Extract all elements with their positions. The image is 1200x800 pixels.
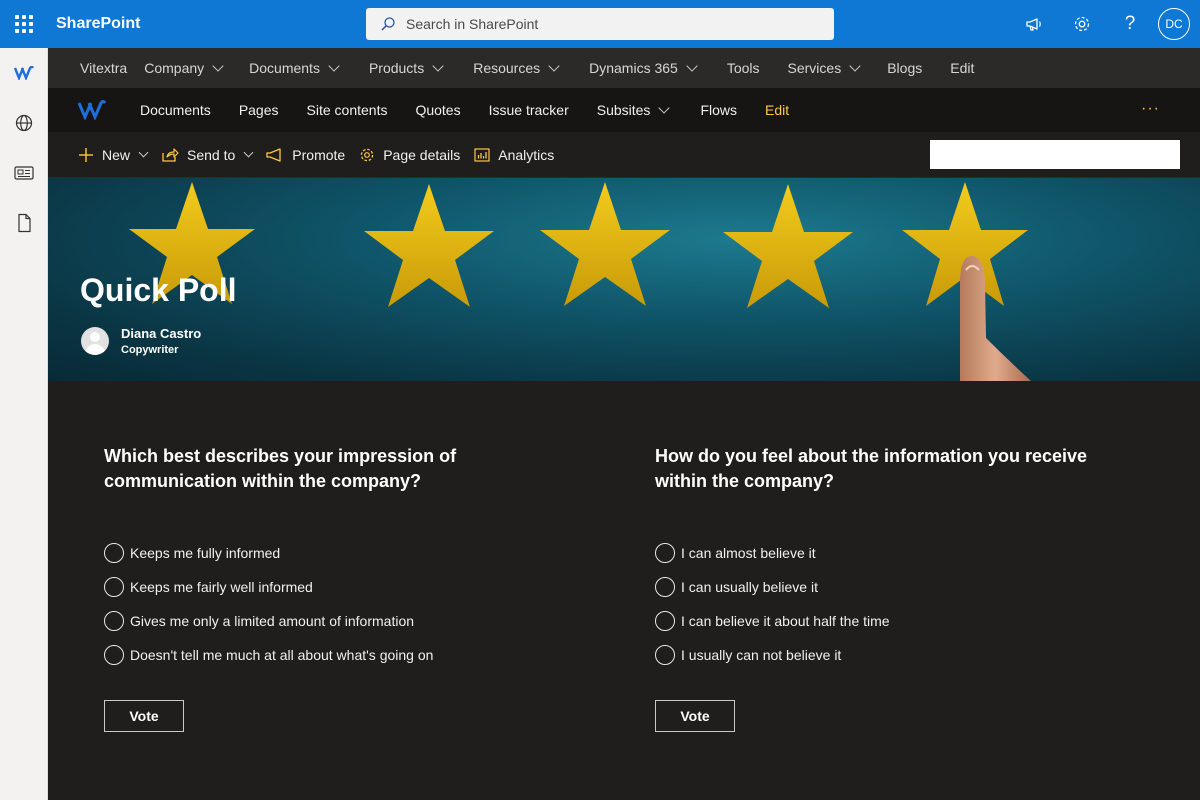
site-nav-quotes[interactable]: Quotes	[415, 102, 460, 118]
hub-nav-edit[interactable]: Edit	[950, 60, 974, 76]
poll-2: How do you feel about the information yo…	[655, 444, 1135, 732]
radio-button[interactable]	[104, 577, 124, 597]
page-content: Which best describes your impression of …	[48, 381, 1200, 800]
poll-option[interactable]: Gives me only a limited amount of inform…	[104, 604, 584, 638]
vote-button[interactable]: Vote	[655, 700, 735, 732]
hub-nav-documents[interactable]: Documents	[249, 59, 340, 76]
site-nav-site-contents[interactable]: Site contents	[307, 102, 388, 118]
hub-navigation: Vitextra Company Documents Products Reso…	[48, 48, 1200, 88]
site-logo-icon[interactable]	[0, 48, 48, 98]
radio-button[interactable]	[655, 611, 675, 631]
poll-option[interactable]: I can usually believe it	[655, 570, 1135, 604]
news-icon[interactable]	[0, 148, 48, 198]
site-logo-icon[interactable]	[78, 100, 106, 120]
poll-option[interactable]: I usually can not believe it	[655, 638, 1135, 672]
site-nav-subsites[interactable]: Subsites	[597, 101, 671, 118]
settings-gear-icon[interactable]	[1058, 0, 1106, 48]
hub-nav-dynamics-365[interactable]: Dynamics 365	[589, 59, 698, 76]
hub-nav-resources[interactable]: Resources	[473, 59, 560, 76]
chevron-down-icon	[243, 147, 254, 157]
hub-nav-vitextra[interactable]: Vitextra	[80, 60, 127, 76]
author-block: Diana Castro Copywriter	[81, 326, 201, 356]
plus-icon	[79, 147, 93, 162]
megaphone-icon[interactable]	[1010, 0, 1058, 48]
chevron-down-icon	[548, 59, 560, 72]
megaphone-icon	[266, 147, 281, 162]
site-nav-documents[interactable]: Documents	[140, 102, 211, 118]
user-avatar[interactable]: DC	[1158, 8, 1190, 40]
poll-option[interactable]: Doesn't tell me much at all about what's…	[104, 638, 584, 672]
chevron-down-icon	[686, 59, 698, 72]
author-role: Copywriter	[121, 344, 179, 356]
share-icon	[162, 147, 179, 162]
radio-button[interactable]	[655, 577, 675, 597]
new-button[interactable]: New	[78, 147, 149, 163]
site-nav-pages[interactable]: Pages	[239, 102, 279, 118]
promote-button[interactable]: Promote	[266, 147, 345, 163]
globe-icon[interactable]	[0, 98, 48, 148]
poll-option[interactable]: I can almost believe it	[655, 536, 1135, 570]
chevron-down-icon	[212, 59, 224, 72]
radio-button[interactable]	[104, 645, 124, 665]
radio-button[interactable]	[104, 543, 124, 563]
site-navigation: Documents Pages Site contents Quotes Iss…	[48, 88, 1200, 132]
left-app-rail	[0, 48, 48, 800]
search-placeholder: Search in SharePoint	[406, 16, 539, 32]
author-avatar	[81, 327, 109, 355]
poll-question: How do you feel about the information yo…	[655, 446, 1088, 491]
search-box[interactable]: Search in SharePoint	[366, 8, 834, 40]
hub-nav-company[interactable]: Company	[144, 59, 224, 76]
chevron-down-icon	[138, 147, 149, 157]
chevron-down-icon	[658, 101, 671, 114]
chevron-down-icon	[849, 59, 861, 72]
more-options-icon[interactable]: ···	[1141, 100, 1160, 118]
radio-button[interactable]	[104, 611, 124, 631]
search-icon	[381, 17, 395, 31]
poll-option[interactable]: I can believe it about half the time	[655, 604, 1135, 638]
hub-nav-products[interactable]: Products	[369, 59, 444, 76]
app-title[interactable]: SharePoint	[56, 15, 140, 33]
chevron-down-icon	[432, 59, 444, 72]
site-nav-issue-tracker[interactable]: Issue tracker	[489, 102, 569, 118]
vote-button[interactable]: Vote	[104, 700, 184, 732]
command-bar-status-area	[930, 140, 1180, 169]
help-icon[interactable]: ?	[1106, 0, 1154, 48]
poll-option[interactable]: Keeps me fully informed	[104, 536, 584, 570]
hub-nav-services[interactable]: Services	[788, 59, 861, 76]
app-launcher-icon[interactable]	[0, 0, 48, 48]
hub-nav-tools[interactable]: Tools	[727, 60, 760, 76]
poll-option[interactable]: Keeps me fairly well informed	[104, 570, 584, 604]
page-details-button[interactable]: Page details	[359, 147, 460, 163]
radio-button[interactable]	[655, 543, 675, 563]
analytics-button[interactable]: Analytics	[474, 147, 554, 163]
settings-gear-icon	[360, 148, 374, 161]
title-banner: Quick Poll Diana Castro Copywriter	[48, 178, 1200, 381]
hub-nav-blogs[interactable]: Blogs	[887, 60, 922, 76]
poll-question: Which best describes your impression of …	[104, 446, 457, 491]
analytics-chart-icon	[474, 147, 490, 162]
send-to-button[interactable]: Send to	[161, 147, 254, 163]
page-title: Quick Poll	[80, 272, 237, 308]
command-bar: New Send to Promote Page details Analyti…	[48, 132, 1200, 178]
radio-button[interactable]	[655, 645, 675, 665]
author-name[interactable]: Diana Castro	[121, 326, 201, 341]
chevron-down-icon	[328, 59, 340, 72]
site-nav-flows[interactable]: Flows	[700, 102, 737, 118]
document-icon[interactable]	[0, 198, 48, 248]
poll-1: Which best describes your impression of …	[104, 444, 584, 732]
site-nav-edit[interactable]: Edit	[765, 102, 789, 118]
suite-bar: SharePoint Search in SharePoint ? DC	[0, 0, 1200, 48]
